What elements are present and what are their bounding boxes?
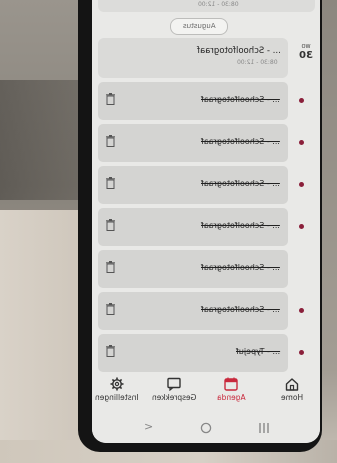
chat-icon	[167, 377, 181, 391]
event-label: ... - Schoolfotograaf	[201, 95, 280, 104]
home-circle-icon[interactable]	[200, 422, 212, 434]
previous-event-time: 08:30 - 12:00	[198, 1, 239, 8]
bottom-navigation: Instellingen Gesprekken Agenda Home	[92, 375, 320, 413]
trash-icon[interactable]	[106, 303, 115, 315]
list-item[interactable]: ... - Schoolfotograaf	[98, 82, 316, 120]
nav-home-label: Home	[280, 393, 304, 402]
trash-icon[interactable]	[106, 93, 115, 105]
list-item[interactable]: ... - Schoolfotograaf	[98, 250, 316, 288]
month-label-text: Augustus	[182, 22, 216, 30]
trash-icon[interactable]	[106, 135, 115, 147]
event-card[interactable]: ... - Typejuf	[98, 334, 288, 372]
event-dot	[299, 224, 304, 229]
calendar-icon	[224, 377, 238, 391]
event-dot	[299, 182, 304, 187]
event-dot	[299, 350, 304, 355]
nav-agenda[interactable]: Agenda	[208, 377, 254, 402]
event-card[interactable]: ... - Schoolfotograaf	[98, 124, 288, 162]
day-indicator: WO 30	[298, 44, 314, 61]
phone-screen: 08:30 - 12:00 Augustus ... - Schoolfotog…	[92, 0, 320, 443]
gear-icon	[110, 377, 124, 391]
nav-agenda-label: Agenda	[216, 393, 246, 402]
event-dot	[299, 308, 304, 313]
trash-icon[interactable]	[106, 345, 115, 357]
day-event-time: 08:30 - 12:00	[237, 59, 278, 66]
nav-instellingen[interactable]: Instellingen	[92, 377, 142, 402]
back-icon[interactable]: >	[144, 420, 153, 433]
list-item[interactable]: ... - Schoolfotograaf	[98, 208, 316, 246]
list-item[interactable]: ... - Schoolfotograaf	[98, 292, 316, 330]
event-dot	[299, 98, 304, 103]
nav-home[interactable]: Home	[270, 377, 314, 402]
event-card[interactable]: ... - Schoolfotograaf	[98, 250, 288, 288]
background-box	[0, 210, 80, 463]
list-item[interactable]: ... - Typejuf	[98, 334, 316, 372]
system-navigation-bar: >	[92, 413, 320, 443]
event-label: ... - Schoolfotograaf	[201, 137, 280, 146]
event-card[interactable]: ... - Schoolfotograaf	[98, 292, 288, 330]
background-shadow	[0, 80, 78, 200]
event-card[interactable]: ... - Schoolfotograaf	[98, 166, 288, 204]
event-label: ... - Typejuf	[235, 347, 280, 356]
home-icon	[285, 378, 299, 391]
list-item[interactable]: ... - Schoolfotograaf	[98, 166, 316, 204]
event-label: ... - Schoolfotograaf	[201, 221, 280, 230]
recents-icon[interactable]	[258, 422, 270, 434]
event-label: ... - Schoolfotograaf	[201, 305, 280, 314]
trash-icon[interactable]	[106, 219, 115, 231]
day-event-title: ... - Schoolfotograaf	[197, 46, 281, 56]
previous-event-card[interactable]: 08:30 - 12:00	[98, 0, 315, 12]
nav-gesprekken[interactable]: Gesprekken	[146, 377, 202, 402]
day-event-card[interactable]: ... - Schoolfotograaf 08:30 - 12:00	[98, 38, 288, 78]
trash-icon[interactable]	[106, 177, 115, 189]
day-number: 30	[299, 50, 313, 61]
event-card[interactable]: ... - Schoolfotograaf	[98, 82, 288, 120]
month-label: Augustus	[170, 18, 228, 35]
list-item[interactable]: ... - Schoolfotograaf	[98, 124, 316, 162]
nav-gesprekken-label: Gesprekken	[151, 393, 197, 402]
trash-icon[interactable]	[106, 261, 115, 273]
event-label: ... - Schoolfotograaf	[201, 179, 280, 188]
event-card[interactable]: ... - Schoolfotograaf	[98, 208, 288, 246]
event-dot	[299, 140, 304, 145]
nav-instellingen-label: Instellingen	[95, 393, 139, 402]
event-label: ... - Schoolfotograaf	[201, 263, 280, 272]
